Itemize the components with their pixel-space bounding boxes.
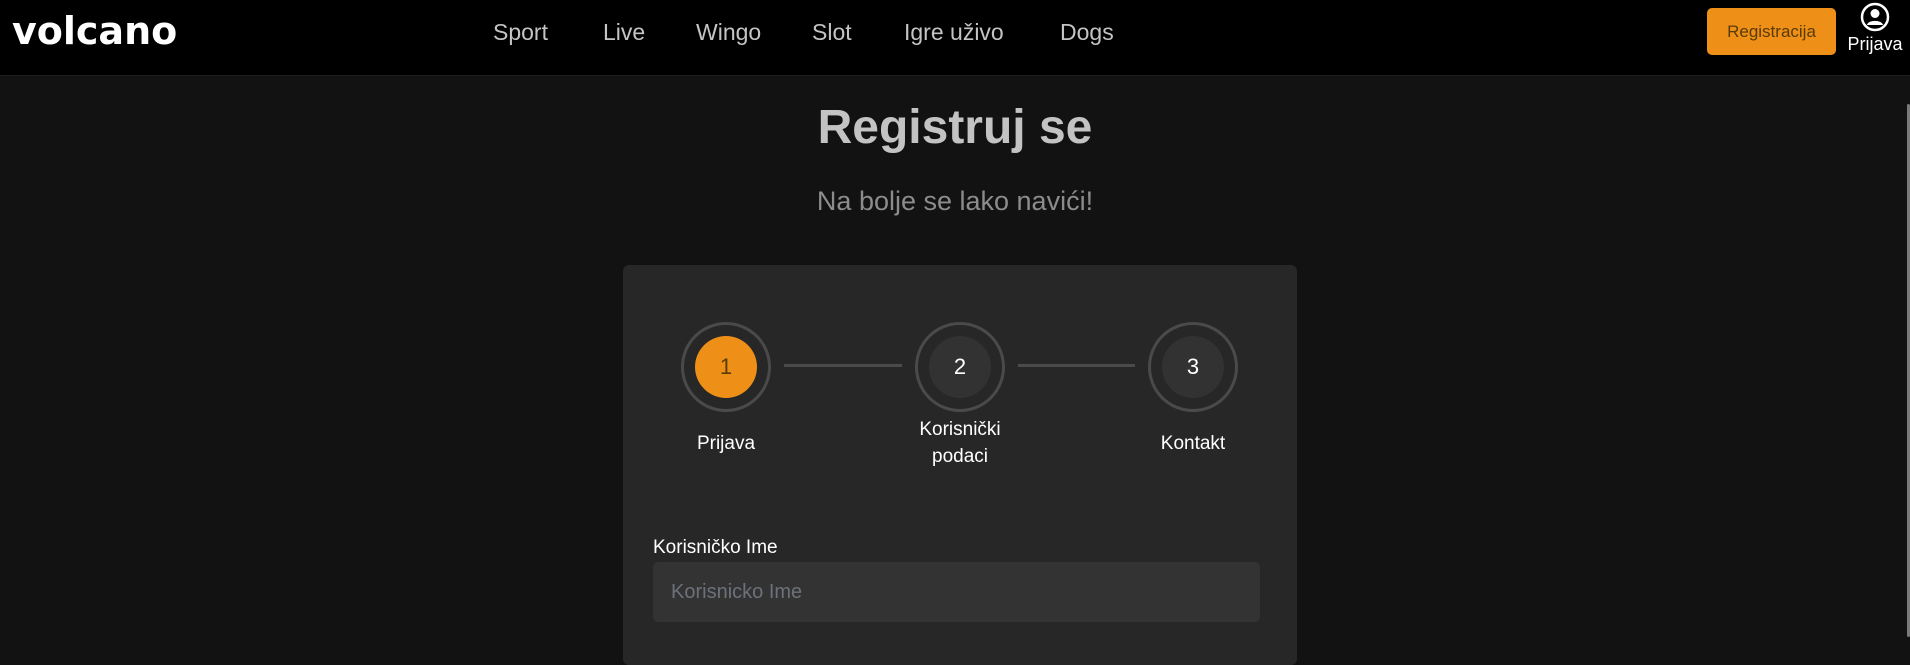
nav-item-igre-uzivo[interactable]: Igre uživo (904, 14, 1004, 50)
logo[interactable]: volcano (12, 9, 177, 53)
step-connector (784, 364, 902, 367)
step-label: Kontakt (1160, 433, 1226, 454)
nav-item-dogs[interactable]: Dogs (1060, 14, 1114, 50)
login-label: Prijava (1847, 34, 1903, 54)
step-label: Korisnički podaci (919, 419, 1001, 467)
step-label: Prijava (696, 433, 756, 454)
step-number: 3 (1162, 336, 1224, 398)
top-header: volcano Sport Live Wingo Slot Igre uživo… (0, 0, 1910, 76)
username-label: Korisničko Ime (653, 537, 778, 558)
page-subtitle: Na bolje se lako navići! (816, 186, 1094, 216)
step-ring: 3 (1148, 322, 1238, 412)
step-number: 1 (695, 336, 757, 398)
step-1: 1 Prijava (666, 322, 786, 457)
step-connector (1018, 364, 1135, 367)
nav-item-sport[interactable]: Sport (493, 14, 548, 50)
step-number: 2 (929, 336, 991, 398)
login-button[interactable]: Prijava (1840, 2, 1910, 58)
username-input[interactable] (653, 562, 1260, 622)
nav-item-wingo[interactable]: Wingo (696, 14, 761, 50)
register-button[interactable]: Registracija (1707, 8, 1836, 55)
nav-item-live[interactable]: Live (603, 14, 645, 50)
page-title: Registruj se (817, 101, 1093, 154)
user-circle-icon (1860, 2, 1890, 32)
step-3: 3 Kontakt (1133, 322, 1253, 457)
step-ring: 1 (681, 322, 771, 412)
step-2: 2 Korisnički podaci (900, 322, 1020, 470)
step-ring: 2 (915, 322, 1005, 412)
nav-item-slot[interactable]: Slot (812, 14, 852, 50)
registration-card: 1 Prijava 2 Korisnički podaci 3 Kontakt … (623, 265, 1297, 665)
